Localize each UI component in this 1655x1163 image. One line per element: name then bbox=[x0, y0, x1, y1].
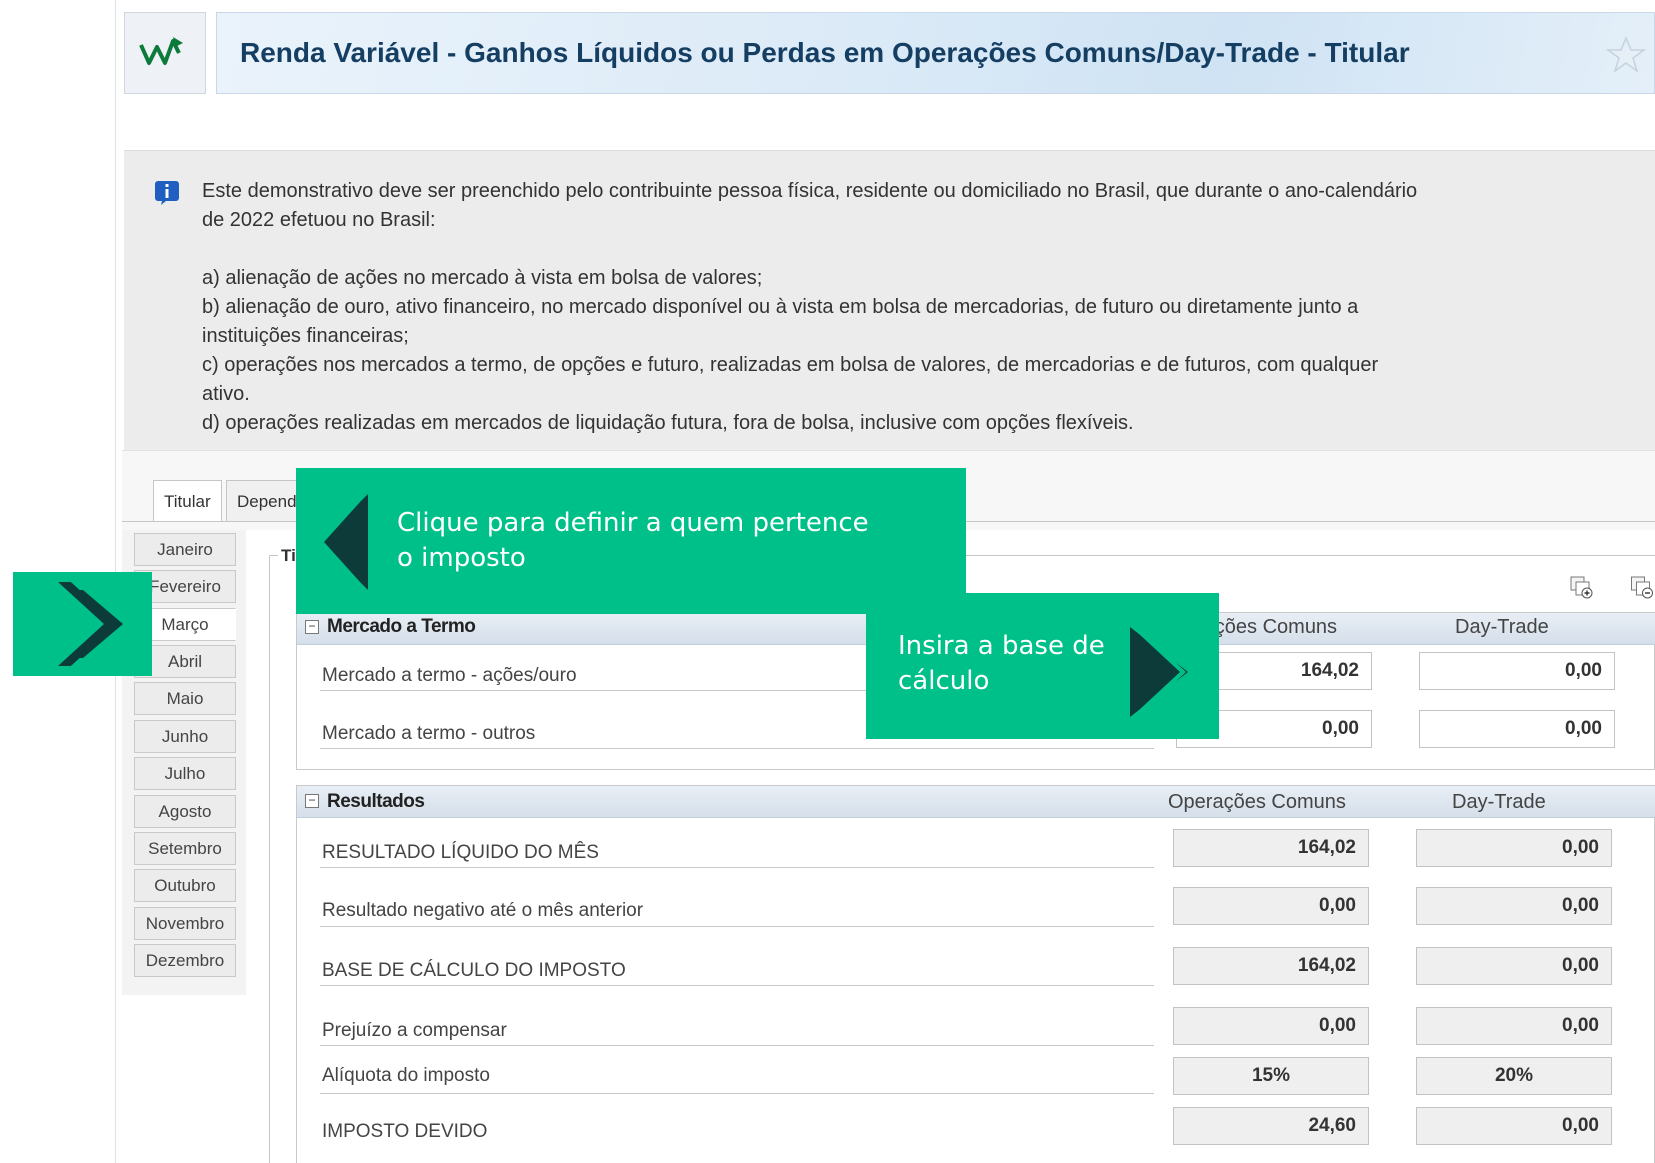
info-item-a: a) alienação de ações no mercado à vista… bbox=[202, 267, 763, 289]
termo-col-daytrade: Day-Trade bbox=[1455, 616, 1549, 638]
tab-titular-label: Titular bbox=[164, 491, 211, 511]
month-pointer-callout bbox=[13, 572, 152, 676]
prejuizo-comuns: 0,00 bbox=[1173, 1007, 1369, 1045]
month-agosto[interactable]: Agosto bbox=[134, 795, 236, 828]
page-title: Renda Variável - Ganhos Líquidos ou Perd… bbox=[240, 37, 1410, 68]
result-row-label: Alíquota do imposto bbox=[322, 1065, 490, 1086]
result-row-label: Prejuízo a compensar bbox=[322, 1020, 507, 1041]
result-row-label: BASE DE CÁLCULO DO IMPOSTO bbox=[322, 960, 626, 981]
base-calculo-daytrade: 0,00 bbox=[1416, 947, 1612, 985]
aliquota-daytrade: 20% bbox=[1416, 1057, 1612, 1095]
month-outubro[interactable]: Outubro bbox=[134, 869, 236, 902]
resultados-collapse-icon[interactable]: − bbox=[305, 794, 319, 808]
remove-item-icon[interactable] bbox=[1628, 574, 1655, 600]
resultados-col-comuns: Operações Comuns bbox=[1168, 791, 1346, 813]
row-divider bbox=[320, 1093, 1154, 1094]
row-divider bbox=[320, 985, 1154, 986]
title-bar: Renda Variável - Ganhos Líquidos ou Perd… bbox=[216, 12, 1655, 94]
termo-panel-title: Mercado a Termo bbox=[327, 616, 476, 637]
info-item-c-2: ativo. bbox=[202, 383, 250, 405]
result-row-label: RESULTADO LÍQUIDO DO MÊS bbox=[322, 842, 599, 863]
aliquota-comuns: 15% bbox=[1173, 1057, 1369, 1095]
resultado-negativo-daytrade: 0,00 bbox=[1416, 887, 1612, 925]
result-row-label: Resultado negativo até o mês anterior bbox=[322, 900, 644, 921]
chevron-right-icon bbox=[58, 582, 127, 666]
tab-titular[interactable]: Titular bbox=[153, 480, 222, 522]
month-dezembro[interactable]: Dezembro bbox=[134, 944, 236, 977]
base-calculo-comuns: 164,02 bbox=[1173, 947, 1369, 985]
base-hint-line-1: Insira a base de bbox=[898, 631, 1105, 661]
resultados-col-daytrade: Day-Trade bbox=[1452, 791, 1546, 813]
month-setembro[interactable]: Setembro bbox=[134, 832, 236, 865]
imposto-devido-comuns: 24,60 bbox=[1173, 1107, 1369, 1145]
tab-dependentes[interactable]: Depend bbox=[226, 480, 306, 522]
app-logo bbox=[124, 12, 206, 94]
screen: Renda Variável - Ganhos Líquidos ou Perd… bbox=[0, 0, 1655, 1163]
termo-row-label: Mercado a termo - outros bbox=[322, 723, 536, 744]
info-icon bbox=[155, 181, 179, 205]
termo-outros-daytrade-input[interactable]: 0,00 bbox=[1419, 710, 1615, 748]
resultados-panel-title: Resultados bbox=[327, 791, 425, 812]
info-intro-1: Este demonstrativo deve ser preenchido p… bbox=[202, 180, 1418, 202]
info-panel: Este demonstrativo deve ser preenchido p… bbox=[124, 150, 1655, 450]
info-text: Este demonstrativo deve ser preenchido p… bbox=[202, 177, 1632, 438]
tab-hint-text: Clique para definir a quem pertence o im… bbox=[397, 506, 869, 576]
row-divider bbox=[320, 867, 1154, 868]
month-janeiro[interactable]: Janeiro bbox=[134, 533, 236, 566]
row-divider bbox=[320, 748, 1154, 749]
tab-dependentes-label: Depend bbox=[237, 491, 297, 511]
month-julho[interactable]: Julho bbox=[134, 757, 236, 790]
row-divider bbox=[320, 926, 1154, 927]
base-hint-line-2: cálculo bbox=[898, 666, 990, 696]
termo-row-label: Mercado a termo - ações/ouro bbox=[322, 665, 577, 686]
termo-collapse-icon[interactable]: − bbox=[305, 620, 319, 634]
result-row-label: IMPOSTO DEVIDO bbox=[322, 1121, 488, 1142]
prejuizo-daytrade: 0,00 bbox=[1416, 1007, 1612, 1045]
add-item-icon[interactable] bbox=[1568, 574, 1594, 600]
resultado-liquido-daytrade: 0,00 bbox=[1416, 829, 1612, 867]
info-intro-2: de 2022 efetuou no Brasil: bbox=[202, 209, 436, 231]
chart-logo-icon bbox=[139, 37, 183, 65]
base-hint-text: Insira a base de cálculo bbox=[898, 629, 1105, 699]
month-novembro[interactable]: Novembro bbox=[134, 907, 236, 940]
row-divider bbox=[320, 1045, 1154, 1046]
termo-acoes-daytrade-input[interactable]: 0,00 bbox=[1419, 652, 1615, 690]
info-item-c-1: c) operações nos mercados a termo, de op… bbox=[202, 354, 1379, 376]
resultado-liquido-comuns: 164,02 bbox=[1173, 829, 1369, 867]
chevron-right-icon bbox=[1130, 627, 1188, 717]
info-item-b-1: b) alienação de ouro, ativo financeiro, … bbox=[202, 296, 1359, 318]
favorite-star-icon[interactable] bbox=[1606, 35, 1646, 75]
info-item-d: d) operações realizadas em mercados de l… bbox=[202, 412, 1134, 434]
month-junho[interactable]: Junho bbox=[134, 720, 236, 753]
tab-hint-line-2: o imposto bbox=[397, 543, 526, 573]
month-maio[interactable]: Maio bbox=[134, 682, 236, 715]
base-hint-callout: Insira a base de cálculo bbox=[866, 593, 1219, 739]
chevron-left-icon bbox=[316, 494, 368, 590]
info-item-b-2: instituições financeiras; bbox=[202, 325, 409, 347]
tab-hint-line-1: Clique para definir a quem pertence bbox=[397, 508, 869, 538]
resultado-negativo-comuns: 0,00 bbox=[1173, 887, 1369, 925]
imposto-devido-daytrade: 0,00 bbox=[1416, 1107, 1612, 1145]
